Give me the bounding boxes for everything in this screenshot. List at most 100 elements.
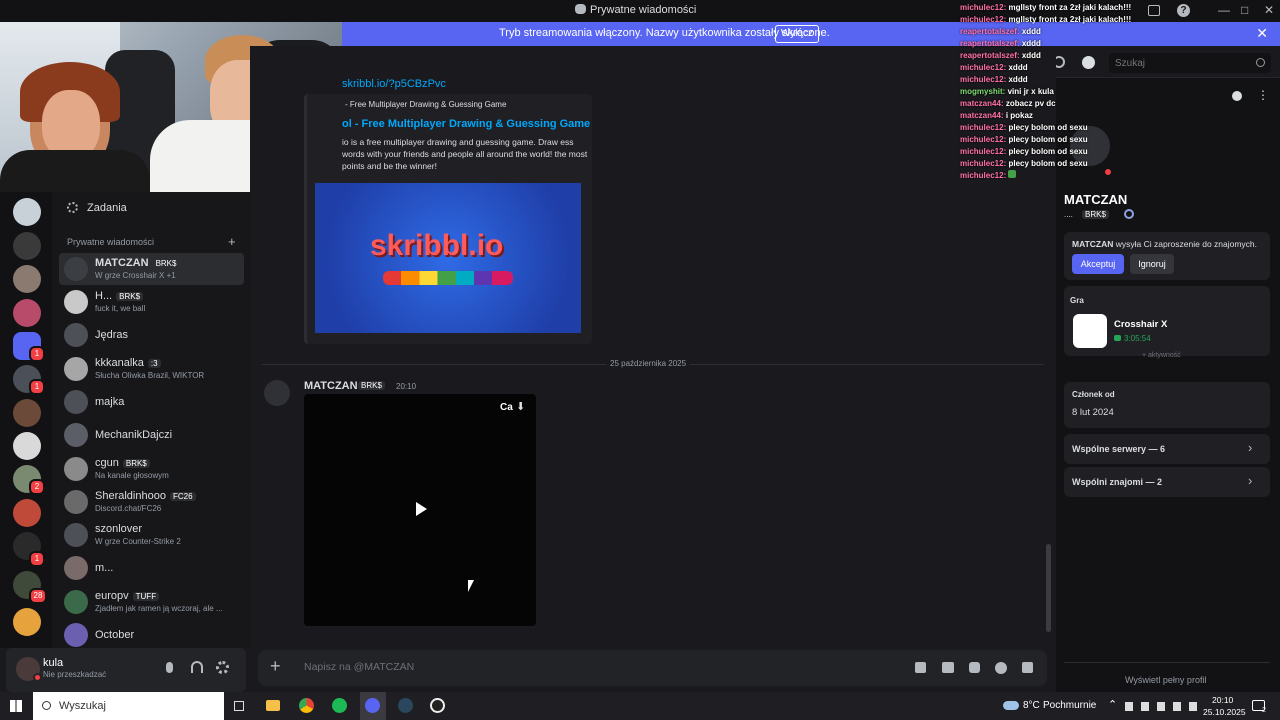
file-explorer-icon[interactable] xyxy=(266,700,280,711)
view-full-profile-link[interactable]: Wyświetl pełny profil xyxy=(1125,675,1206,685)
user-status: Nie przeszkadzać xyxy=(43,670,107,679)
dm-sidebar: Zadania Prywatne wiadomości + MATCZAN BRK… xyxy=(52,192,250,648)
badge-icon xyxy=(1124,209,1134,219)
dm-item[interactable]: MATCZAN BRK$ W grze Crosshair X +1 xyxy=(59,253,244,285)
message-author[interactable]: MATCZAN xyxy=(304,380,358,392)
chat-line: michulec12: plecy bolom od sexu xyxy=(960,159,1088,168)
steam-icon[interactable] xyxy=(398,698,413,713)
dm-item[interactable]: October xyxy=(59,619,244,651)
download-icon[interactable]: ⬇ xyxy=(516,400,525,413)
gif-icon[interactable] xyxy=(942,662,954,673)
embed-site: - Free Multiplayer Drawing & Guessing Ga… xyxy=(345,100,507,109)
server-icon[interactable] xyxy=(13,265,41,293)
server-icon[interactable] xyxy=(13,499,41,527)
mutual-friends-row[interactable]: Wspólni znajomi — 2 › xyxy=(1064,467,1270,497)
server-badge: 1 xyxy=(29,379,45,395)
task-view-icon[interactable] xyxy=(234,701,244,711)
windows-start-icon[interactable] xyxy=(10,700,22,712)
weather-icon xyxy=(1003,701,1019,710)
clock-time[interactable]: 20:10 xyxy=(1212,695,1233,705)
dm-status: Na kanale głosowym xyxy=(95,471,169,480)
weather-desc[interactable]: Pochmurnie xyxy=(1043,700,1096,711)
tasks-item[interactable]: Zadania xyxy=(59,196,244,220)
add-friend-profile-icon[interactable] xyxy=(1232,91,1242,101)
chevron-up-icon[interactable]: ⌃ xyxy=(1108,698,1117,711)
dm-item[interactable]: majka xyxy=(59,386,244,418)
microphone-icon[interactable] xyxy=(166,662,173,673)
dm-item[interactable]: Sheraldinhooo FC26 Discord.chat/FC26 xyxy=(59,486,244,518)
game-time: 3:05:54 xyxy=(1124,334,1151,343)
dm-item[interactable]: Jędras xyxy=(59,319,244,351)
message-input[interactable]: Napisz na @MATCZAN xyxy=(304,661,414,673)
dm-item[interactable]: kkkanalka:3 Słucha Oliwka Brazil, WIKTOR xyxy=(59,353,244,385)
headphones-icon[interactable] xyxy=(191,661,203,673)
spotify-icon[interactable] xyxy=(332,698,347,713)
dm-item[interactable]: cgun BRK$ Na kanale głosowym xyxy=(59,453,244,485)
guild-tag: TUFF xyxy=(132,592,160,601)
dm-section-title: Prywatne wiadomości xyxy=(67,237,155,247)
chat-line: reapertotalszef: xddd xyxy=(960,39,1041,48)
help-icon[interactable]: ? xyxy=(1177,4,1190,17)
chat-line: michulec12: xddd xyxy=(960,75,1028,84)
add-attachment-icon[interactable]: + xyxy=(270,656,281,677)
tray-icons[interactable] xyxy=(1125,702,1198,711)
weather-temp[interactable]: 8°C xyxy=(1023,700,1040,711)
server-icon[interactable] xyxy=(13,299,41,327)
link-embed: - Free Multiplayer Drawing & Guessing Ga… xyxy=(304,94,592,344)
chrome-icon[interactable] xyxy=(299,698,314,713)
disable-streamer-mode-button[interactable]: Wyłącz xyxy=(775,25,819,43)
server-icon[interactable] xyxy=(13,432,41,460)
video-attachment[interactable]: Ca ⬇ xyxy=(304,394,536,626)
accept-button[interactable]: Akceptuj xyxy=(1072,254,1124,274)
date-divider: 25 października 2025 xyxy=(606,359,691,368)
request-name: MATCZAN xyxy=(1072,239,1114,249)
guild-tag: BRK$ xyxy=(358,381,385,390)
close-window-icon[interactable]: ✕ xyxy=(1264,3,1274,17)
skribbl-logo: skribbl.io xyxy=(370,229,504,262)
server-icon[interactable] xyxy=(13,399,41,427)
sticker-icon[interactable] xyxy=(969,662,980,673)
message-link[interactable]: skribbl.io/?p5CBzPvc xyxy=(342,78,446,90)
avatar xyxy=(64,290,88,314)
guild-tag: BRK$ xyxy=(152,259,180,268)
settings-gear-icon[interactable] xyxy=(216,661,229,674)
dm-status: W grze Counter-Strike 2 xyxy=(95,537,181,546)
play-icon[interactable] xyxy=(416,502,427,516)
more-icon[interactable]: ⋮ xyxy=(1257,88,1269,102)
server-icon[interactable] xyxy=(13,232,41,260)
clock-date[interactable]: 25.10.2025 xyxy=(1203,707,1246,717)
dm-item[interactable]: europv TUFF Zjadłem jak ramen ją wczoraj,… xyxy=(59,586,244,618)
minimize-icon[interactable]: — xyxy=(1218,3,1230,17)
dm-item[interactable]: m... xyxy=(59,552,244,584)
scrollbar[interactable] xyxy=(1046,544,1051,632)
ignore-button[interactable]: Ignoruj xyxy=(1130,254,1174,274)
maximize-icon[interactable]: □ xyxy=(1241,3,1248,17)
dm-item[interactable]: MechanikDajczi xyxy=(59,419,244,451)
game-card: Gra Crosshair X 3:05:54 xyxy=(1064,286,1270,356)
embed-title[interactable]: ol - Free Multiplayer Drawing & Guessing… xyxy=(342,118,590,130)
apps-icon[interactable] xyxy=(1022,662,1033,673)
chat-line: michulec12: plecy bolom od sexu xyxy=(960,135,1088,144)
dm-item[interactable]: szonlover W grze Counter-Strike 2 xyxy=(59,519,244,551)
server-icon[interactable] xyxy=(13,198,41,226)
dm-name: Jędras xyxy=(95,329,129,341)
profile-divider xyxy=(1064,662,1270,663)
mutual-friends-label: Wspólni znajomi — 2 xyxy=(1072,477,1163,487)
dm-name: m... xyxy=(95,562,114,574)
embed-image[interactable]: skribbl.io xyxy=(315,183,581,333)
avatar[interactable] xyxy=(264,380,290,406)
taskbar-search[interactable]: Wyszukaj xyxy=(33,692,224,720)
obs-icon[interactable] xyxy=(430,698,445,713)
emoji-icon[interactable] xyxy=(995,662,1007,674)
close-banner-icon[interactable]: ✕ xyxy=(1256,25,1268,42)
gift-icon[interactable] xyxy=(915,662,926,673)
dm-item[interactable]: H... BRK$ fuck it, we ball xyxy=(59,286,244,318)
add-dm-icon[interactable]: + xyxy=(228,234,236,249)
discord-app-icon xyxy=(365,698,380,713)
request-message: wysyła Ci zaproszenie do znajomych. xyxy=(1115,239,1258,249)
mutual-servers-row[interactable]: Wspólne serwery — 6 › xyxy=(1064,434,1270,464)
chevron-right-icon: › xyxy=(1248,473,1253,488)
guild-tag: BRK$ xyxy=(116,292,144,301)
server-icon[interactable] xyxy=(13,608,41,636)
member-heading: Członek od xyxy=(1072,390,1115,399)
